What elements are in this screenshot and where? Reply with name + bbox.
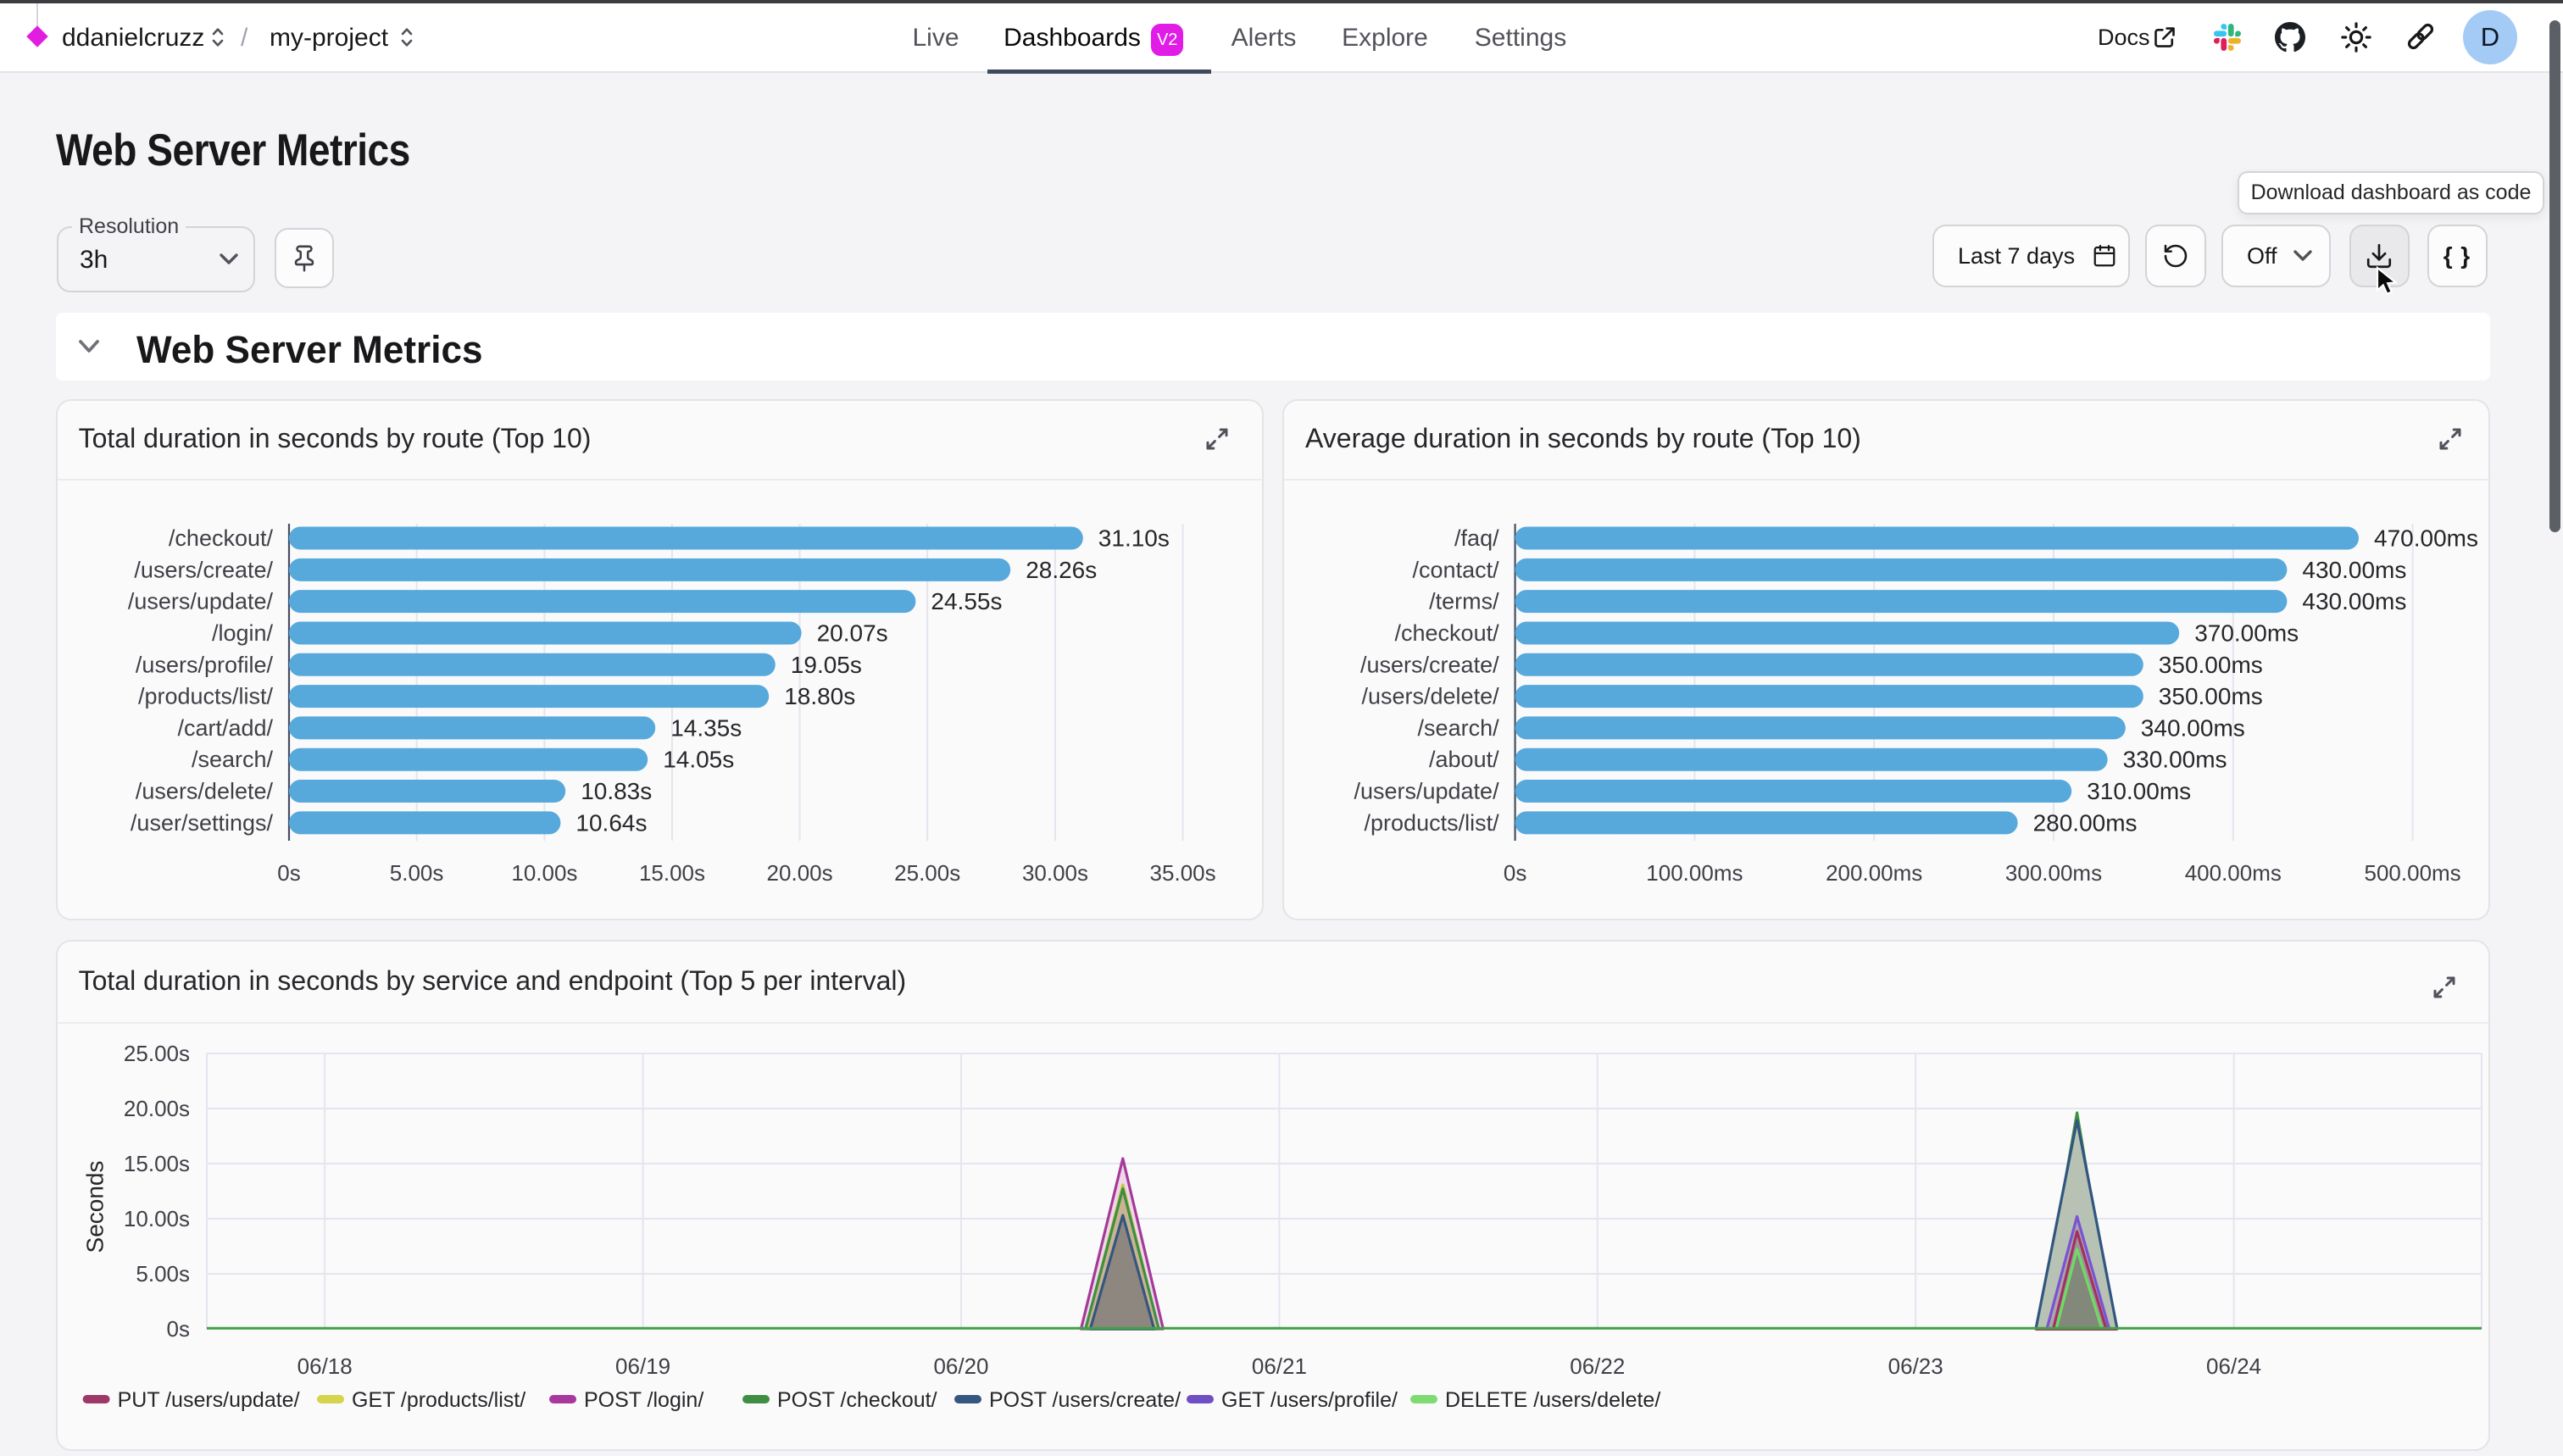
svg-text:/products/list/: /products/list/	[138, 684, 274, 709]
svg-text:DELETE /users/delete/: DELETE /users/delete/	[1445, 1388, 1660, 1412]
svg-text:20.00s: 20.00s	[124, 1096, 190, 1121]
svg-text:10.00s: 10.00s	[511, 860, 577, 886]
svg-text:31.10s: 31.10s	[1098, 525, 1170, 552]
svg-text:06/24: 06/24	[2206, 1353, 2261, 1379]
svg-text:/users/update/: /users/update/	[128, 589, 274, 614]
svg-text:/search/: /search/	[192, 747, 274, 772]
svg-text:30.00s: 30.00s	[1022, 860, 1088, 886]
svg-text:310.00ms: 310.00ms	[2087, 778, 2191, 804]
svg-text:/checkout/: /checkout/	[1395, 620, 1500, 646]
svg-text:06/21: 06/21	[1252, 1353, 1307, 1379]
svg-text:/users/delete/: /users/delete/	[136, 779, 274, 804]
svg-text:5.00s: 5.00s	[136, 1261, 190, 1287]
svg-text:370.00ms: 370.00ms	[2194, 620, 2299, 646]
svg-text:5.00s: 5.00s	[390, 860, 444, 886]
svg-text:/about/: /about/	[1429, 747, 1499, 772]
svg-text:0s: 0s	[1504, 860, 1526, 886]
svg-text:/faq/: /faq/	[1454, 525, 1499, 551]
svg-text:350.00ms: 350.00ms	[2159, 652, 2263, 678]
svg-text:POST /users/create/: POST /users/create/	[989, 1388, 1181, 1412]
svg-text:35.00s: 35.00s	[1150, 860, 1216, 886]
svg-text:28.26s: 28.26s	[1026, 557, 1097, 583]
svg-text:14.05s: 14.05s	[663, 747, 734, 773]
svg-text:/users/create/: /users/create/	[134, 557, 273, 582]
svg-text:GET /products/list/: GET /products/list/	[352, 1388, 525, 1412]
svg-text:10.00s: 10.00s	[124, 1206, 190, 1231]
svg-text:18.80s: 18.80s	[784, 683, 855, 709]
svg-text:/login/: /login/	[212, 620, 274, 646]
svg-text:10.64s: 10.64s	[575, 809, 647, 836]
svg-text:POST /checkout/: POST /checkout/	[777, 1388, 937, 1412]
svg-text:10.83s: 10.83s	[581, 778, 652, 804]
svg-text:280.00ms: 280.00ms	[2033, 809, 2138, 836]
svg-text:0s: 0s	[167, 1316, 190, 1342]
svg-text:470.00ms: 470.00ms	[2374, 525, 2478, 552]
svg-text:/users/delete/: /users/delete/	[1362, 684, 1500, 709]
svg-text:/contact/: /contact/	[1413, 557, 1500, 582]
svg-text:06/20: 06/20	[933, 1353, 988, 1379]
svg-text:/users/update/: /users/update/	[1354, 779, 1499, 804]
svg-text:340.00ms: 340.00ms	[2141, 714, 2245, 741]
svg-text:PUT /users/update/: PUT /users/update/	[118, 1388, 300, 1412]
svg-text:350.00ms: 350.00ms	[2159, 683, 2263, 709]
svg-text:06/18: 06/18	[297, 1353, 353, 1379]
svg-text:430.00ms: 430.00ms	[2302, 588, 2406, 614]
svg-text:/checkout/: /checkout/	[169, 525, 274, 551]
svg-text:200.00ms: 200.00ms	[1826, 860, 1922, 886]
svg-text:19.05s: 19.05s	[791, 652, 862, 678]
svg-text:100.00ms: 100.00ms	[1646, 860, 1743, 886]
svg-text:14.35s: 14.35s	[670, 714, 742, 741]
svg-text:Seconds: Seconds	[82, 1161, 108, 1253]
svg-text:06/23: 06/23	[1888, 1353, 1943, 1379]
svg-text:400.00ms: 400.00ms	[2185, 860, 2282, 886]
svg-text:06/19: 06/19	[615, 1353, 670, 1379]
svg-text:20.00s: 20.00s	[767, 860, 833, 886]
svg-text:20.07s: 20.07s	[817, 620, 888, 646]
svg-text:/cart/add/: /cart/add/	[177, 715, 273, 741]
svg-text:POST /login/: POST /login/	[584, 1388, 703, 1412]
svg-text:/user/settings/: /user/settings/	[131, 810, 274, 836]
svg-text:15.00s: 15.00s	[124, 1151, 190, 1176]
svg-text:/search/: /search/	[1418, 715, 1500, 741]
svg-text:/terms/: /terms/	[1429, 589, 1499, 614]
svg-text:/users/create/: /users/create/	[1360, 652, 1499, 677]
svg-text:/products/list/: /products/list/	[1365, 810, 1500, 836]
svg-text:GET /users/profile/: GET /users/profile/	[1221, 1388, 1398, 1412]
svg-text:330.00ms: 330.00ms	[2123, 747, 2227, 773]
svg-text:0s: 0s	[277, 860, 300, 886]
svg-text:25.00s: 25.00s	[124, 1041, 190, 1066]
svg-text:430.00ms: 430.00ms	[2302, 557, 2406, 583]
svg-text:25.00s: 25.00s	[894, 860, 960, 886]
svg-text:15.00s: 15.00s	[639, 860, 705, 886]
svg-text:06/22: 06/22	[1570, 1353, 1625, 1379]
svg-text:500.00ms: 500.00ms	[2365, 860, 2461, 886]
svg-text:/users/profile/: /users/profile/	[136, 652, 274, 677]
svg-text:24.55s: 24.55s	[931, 588, 1002, 614]
svg-text:300.00ms: 300.00ms	[2005, 860, 2102, 886]
